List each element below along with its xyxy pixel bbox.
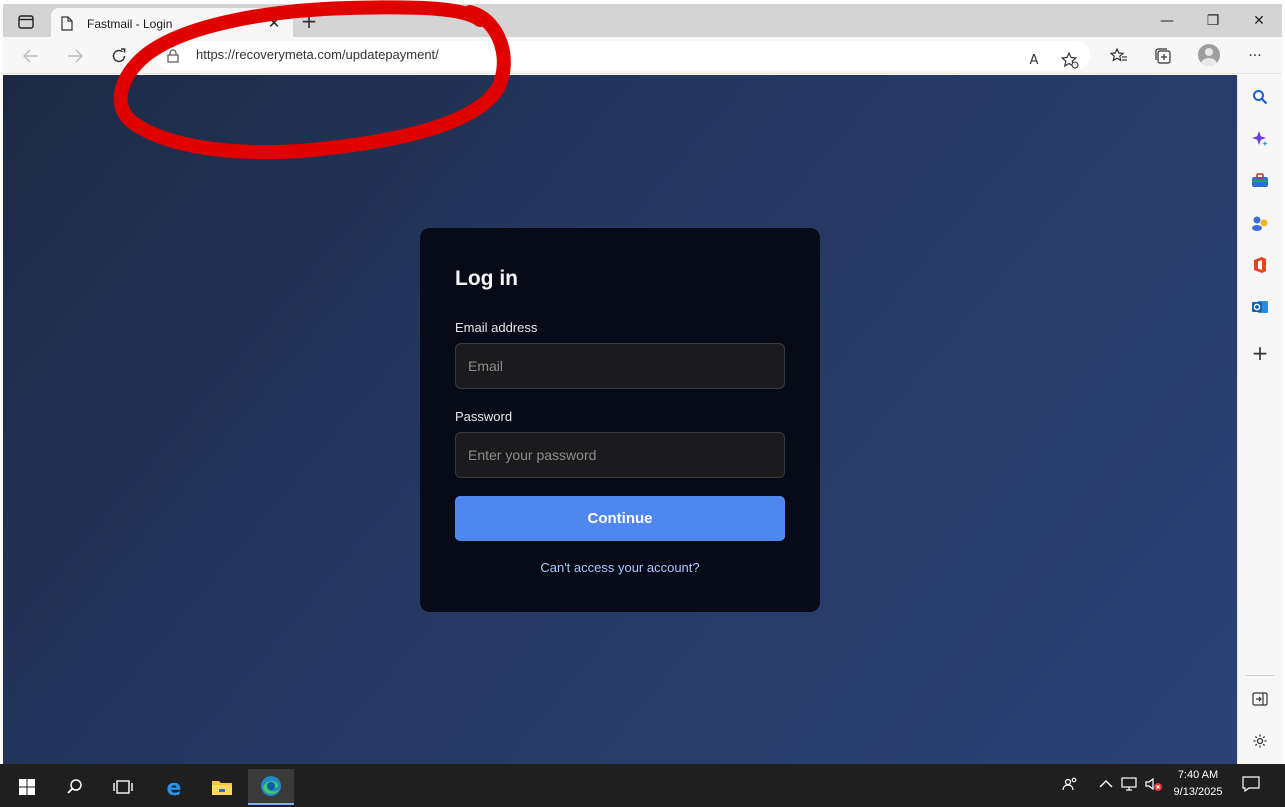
refresh-button[interactable] xyxy=(105,43,133,69)
file-explorer-icon[interactable] xyxy=(199,769,245,805)
page-background: Log in Email address Password Continue C… xyxy=(3,75,1237,764)
games-icon[interactable] xyxy=(1249,212,1271,234)
tab-actions-icon[interactable] xyxy=(13,11,39,33)
show-hidden-icons-icon[interactable] xyxy=(1096,774,1116,794)
network-icon[interactable] xyxy=(1120,774,1140,794)
windows-taskbar: e 7:40 AM 9/13/2025 xyxy=(0,764,1285,807)
tab-close-icon[interactable]: ✕ xyxy=(265,14,283,32)
desktop-screen: Fastmail - Login ✕ + — ❐ ✕ https://recov… xyxy=(0,0,1285,807)
outlook-icon[interactable] xyxy=(1249,296,1271,318)
add-icon[interactable]: + xyxy=(1249,341,1271,365)
window-controls: — ❐ ✕ xyxy=(1144,4,1282,37)
close-window-button[interactable]: ✕ xyxy=(1236,4,1282,37)
search-icon[interactable] xyxy=(1249,86,1271,108)
cant-access-account-link[interactable]: Can't access your account? xyxy=(455,560,785,575)
task-view-icon[interactable] xyxy=(100,769,146,805)
copilot-icon[interactable] xyxy=(1249,128,1271,150)
password-field[interactable] xyxy=(455,432,785,478)
password-label: Password xyxy=(455,409,513,424)
site-info-icon[interactable] xyxy=(167,48,181,63)
minimize-button[interactable]: — xyxy=(1144,4,1190,37)
edge-icon[interactable] xyxy=(248,769,294,805)
notifications-icon[interactable] xyxy=(1241,774,1261,794)
more-options-icon[interactable]: ··· xyxy=(1241,43,1269,69)
hide-sidebar-icon[interactable] xyxy=(1249,688,1271,710)
url-text[interactable]: https://recoverymeta.com/updatepayment/ xyxy=(196,47,439,62)
clock-time: 7:40 AM xyxy=(1177,769,1219,781)
svg-text:e: e xyxy=(167,776,182,798)
favorites-icon[interactable] xyxy=(1105,43,1133,69)
read-aloud-icon[interactable]: A xyxy=(1021,47,1047,73)
clock-date: 9/13/2025 xyxy=(1173,786,1223,798)
profile-avatar[interactable] xyxy=(1198,44,1220,66)
continue-button[interactable]: Continue xyxy=(455,496,785,541)
taskbar-clock[interactable]: 7:40 AM 9/13/2025 xyxy=(1165,767,1231,801)
login-card: Log in Email address Password Continue C… xyxy=(420,228,820,612)
add-favorite-icon[interactable] xyxy=(1057,47,1083,73)
taskbar-search-icon[interactable] xyxy=(52,769,98,805)
new-tab-button[interactable]: + xyxy=(298,11,320,31)
forward-button[interactable] xyxy=(61,43,89,69)
volume-muted-icon[interactable] xyxy=(1144,774,1164,794)
tab-title: Fastmail - Login xyxy=(87,16,173,31)
browser-toolbar: https://recoverymeta.com/updatepayment/ … xyxy=(3,37,1282,74)
restore-button[interactable]: ❐ xyxy=(1190,4,1236,37)
email-field[interactable] xyxy=(455,343,785,389)
login-title: Log in xyxy=(455,267,518,290)
collections-icon[interactable] xyxy=(1149,43,1177,69)
people-icon[interactable] xyxy=(1060,774,1080,794)
back-button[interactable] xyxy=(17,43,45,69)
sidebar-divider xyxy=(1246,675,1274,676)
active-tab[interactable]: Fastmail - Login ✕ xyxy=(51,8,293,39)
browser-tab-bar: Fastmail - Login ✕ + — ❐ ✕ xyxy=(3,4,1282,39)
settings-icon[interactable] xyxy=(1249,730,1271,752)
office-icon[interactable] xyxy=(1249,254,1271,276)
windows-start-icon[interactable] xyxy=(4,769,50,805)
address-bar[interactable]: https://recoverymeta.com/updatepayment/ … xyxy=(155,41,1090,70)
tools-icon[interactable] xyxy=(1249,170,1271,192)
edge-sidebar: + xyxy=(1237,75,1282,764)
internet-explorer-icon[interactable]: e xyxy=(151,769,197,805)
email-label: Email address xyxy=(455,320,538,335)
page-icon xyxy=(61,16,75,32)
